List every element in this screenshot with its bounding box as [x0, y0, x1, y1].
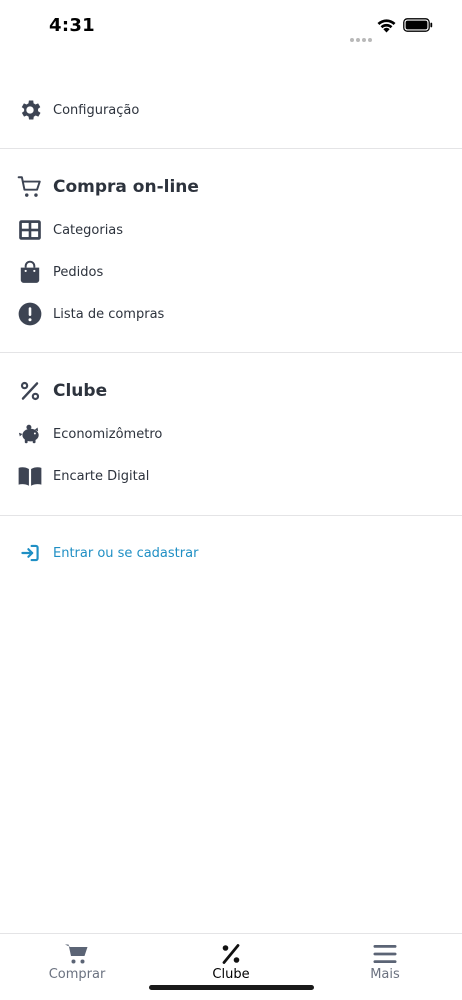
login-label: Entrar ou se cadastrar [53, 545, 199, 561]
tab-comprar[interactable]: Comprar [0, 934, 154, 994]
menu-item-economizometro[interactable]: Economizômetro [0, 413, 462, 455]
tab-clube-label: Clube [212, 967, 250, 982]
menu-item-shopping-list-label: Lista de compras [53, 306, 165, 322]
percent-icon [17, 378, 43, 404]
piggy-bank-icon [17, 421, 43, 447]
divider [0, 352, 462, 353]
gear-icon [17, 97, 43, 123]
cart-icon [17, 174, 43, 200]
section-title-online-label: Compra on-line [53, 177, 199, 197]
menu-item-categories[interactable]: Categorias [0, 209, 462, 251]
menu-item-orders[interactable]: Pedidos [0, 251, 462, 293]
divider [0, 148, 462, 149]
status-time: 4:31 [49, 15, 95, 36]
settings-row[interactable]: Configuração [0, 89, 462, 131]
cart-icon [64, 942, 90, 966]
book-icon [17, 463, 43, 489]
settings-label: Configuração [53, 102, 140, 118]
percent-icon [218, 942, 244, 966]
login-link[interactable]: Entrar ou se cadastrar [0, 532, 462, 574]
section-title-club-label: Clube [53, 381, 108, 401]
menu-item-shopping-list[interactable]: Lista de compras [0, 293, 462, 335]
divider [0, 515, 462, 516]
battery-icon [403, 18, 433, 32]
exclamation-icon [17, 301, 43, 327]
wifi-icon [377, 19, 396, 33]
menu-item-digital-flyer-label: Encarte Digital [53, 468, 150, 484]
signal-dots-icon [350, 27, 374, 46]
menu-item-digital-flyer[interactable]: Encarte Digital [0, 455, 462, 497]
tab-comprar-label: Comprar [48, 967, 106, 982]
tab-mais[interactable]: Mais [308, 934, 462, 994]
menu-item-economizometro-label: Economizômetro [53, 426, 163, 442]
section-title-club: Clube [0, 370, 462, 412]
sign-in-icon [17, 540, 43, 566]
tab-mais-label: Mais [370, 967, 400, 982]
grid-icon [17, 217, 43, 243]
home-indicator [149, 985, 314, 990]
status-bar: 4:31 [0, 0, 462, 52]
menu-item-categories-label: Categorias [53, 222, 124, 238]
hamburger-icon [372, 942, 398, 966]
shopping-bag-icon [17, 259, 43, 285]
menu-item-orders-label: Pedidos [53, 264, 104, 280]
section-title-online: Compra on-line [0, 166, 462, 208]
